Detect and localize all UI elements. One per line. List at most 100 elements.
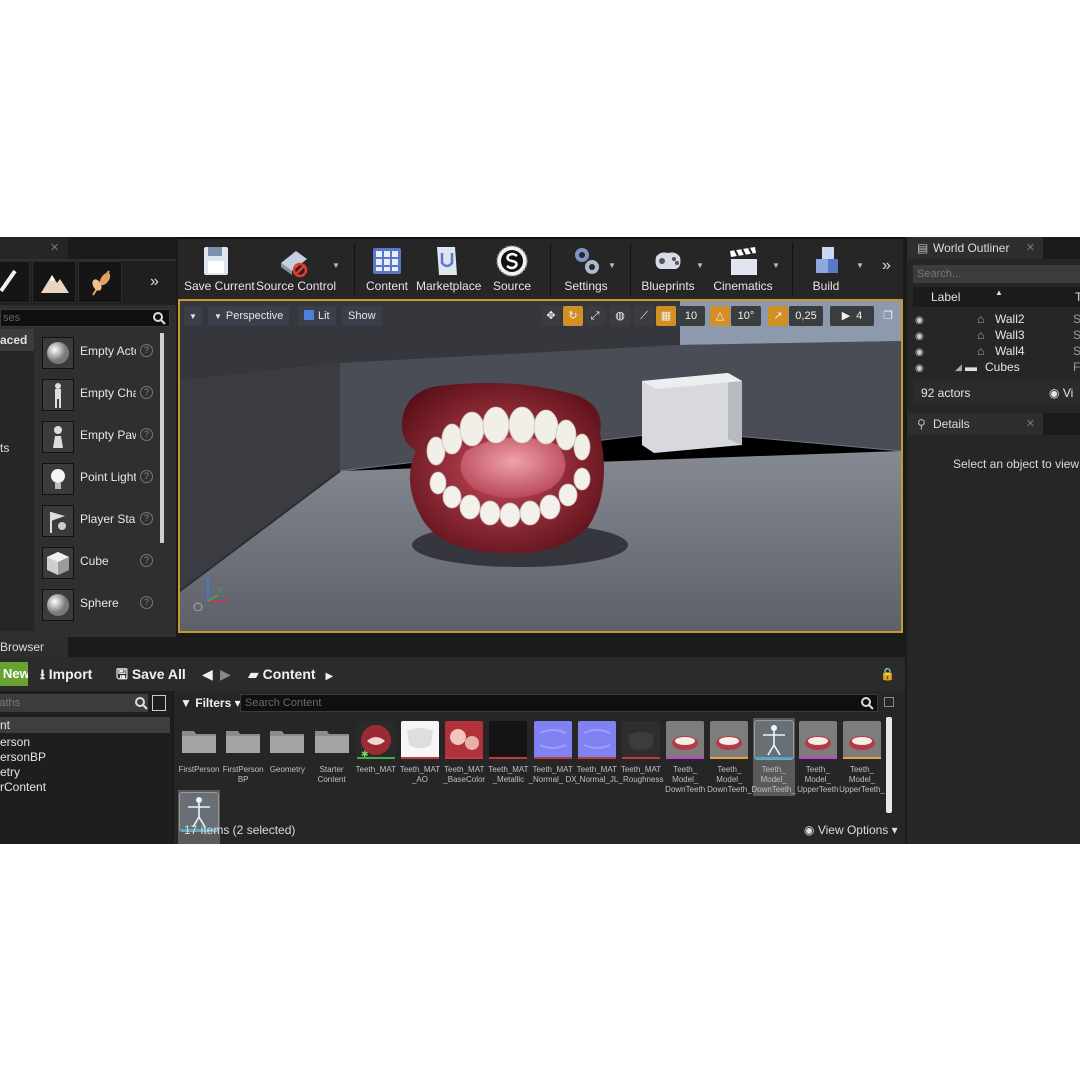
details-tab[interactable]: ⚲ Details ✕ — [907, 413, 1043, 435]
chevron-down-icon[interactable]: ▼ — [772, 261, 780, 270]
modes-tab[interactable]: ✕ — [0, 237, 68, 259]
view-options-button[interactable]: ◉ Vi — [1049, 381, 1073, 405]
rotation-snap-value[interactable]: 10° — [731, 306, 761, 326]
list-view-icon[interactable] — [152, 695, 166, 711]
marketplace-button[interactable]: Marketplace — [416, 243, 481, 297]
asset-tile[interactable]: Teeth_MAT _Normal_ DX — [529, 721, 577, 801]
mode-landscape-button[interactable] — [32, 261, 76, 303]
chevron-down-icon[interactable]: ▼ — [332, 261, 340, 270]
settings-button[interactable]: Settings — [560, 243, 612, 297]
translate-mode-button[interactable]: ✥ — [541, 306, 561, 326]
view-options-button[interactable]: ◉ View Options ▾ — [804, 823, 898, 837]
chevron-down-icon[interactable]: ▼ — [696, 261, 704, 270]
place-item-player-start[interactable]: Player Start ? — [36, 502, 158, 538]
content-search-input[interactable]: Search Content — [240, 694, 878, 712]
close-icon[interactable]: ✕ — [1026, 237, 1035, 259]
asset-tile[interactable]: Teeth_ Model_ UpperTeeth — [797, 721, 839, 801]
label-column-header[interactable]: Label — [931, 287, 960, 307]
mode-place-button[interactable] — [0, 261, 30, 303]
build-button[interactable]: Build — [802, 243, 850, 297]
folder-item[interactable]: nt — [0, 717, 170, 733]
place-scrollbar[interactable] — [160, 333, 164, 543]
grid-snap-value[interactable]: 10 — [677, 306, 705, 326]
camera-speed-button[interactable]: ▶ 4 — [830, 306, 874, 326]
save-search-icon[interactable] — [884, 697, 894, 707]
folder-item[interactable]: rContent — [0, 779, 170, 795]
chevron-down-icon[interactable]: ▼ — [856, 261, 864, 270]
grid-snap-toggle[interactable]: ▦ — [656, 306, 676, 326]
world-outliner-tab[interactable]: ▤ World Outliner ✕ — [907, 237, 1043, 259]
cinematics-button[interactable]: Cinematics — [712, 243, 774, 297]
perspective-button[interactable]: ▼ Perspective — [208, 306, 290, 326]
world-local-button[interactable]: ◍ — [610, 306, 630, 326]
rotation-snap-toggle[interactable]: △ — [710, 306, 730, 326]
close-icon[interactable]: ✕ — [1026, 413, 1035, 435]
eye-icon[interactable]: ◉ — [915, 361, 924, 377]
scale-snap-toggle[interactable]: ↗ — [768, 306, 788, 326]
maximize-viewport-button[interactable]: ❐ — [880, 306, 896, 326]
folder-tile[interactable]: FirstPerson BP — [222, 721, 264, 801]
close-icon[interactable]: ✕ — [50, 241, 59, 254]
add-new-button[interactable]: Add New ▾ — [0, 662, 28, 686]
outliner-row[interactable]: ◉ ⌂ Wall4 S — [913, 343, 1080, 359]
show-button[interactable]: Show — [342, 306, 382, 326]
scale-mode-button[interactable]: ⤢ — [585, 306, 605, 326]
asset-tile[interactable]: Teeth_ Model_ DownTeeth_ — [751, 718, 796, 801]
help-icon[interactable]: ? — [140, 428, 153, 441]
rotate-mode-button[interactable]: ↻ — [563, 306, 583, 326]
history-back-button[interactable]: ◀ — [202, 664, 213, 684]
path-breadcrumb[interactable]: ▰ Content ▶ — [248, 664, 333, 684]
folder-item[interactable]: etry — [0, 764, 170, 780]
blueprints-button[interactable]: Blueprints — [640, 243, 696, 297]
outliner-row[interactable]: ◉ ⌂ Wall3 S — [913, 327, 1080, 343]
asset-tile[interactable]: Teeth_ Model_ UpperTeeth_ — [839, 721, 885, 801]
asset-tile[interactable]: Teeth_MAT _Normal_JL — [575, 721, 618, 801]
help-icon[interactable]: ? — [140, 386, 153, 399]
scale-snap-value[interactable]: 0,25 — [789, 306, 823, 326]
help-icon[interactable]: ? — [140, 596, 153, 609]
type-column-header[interactable]: T — [1075, 287, 1080, 307]
view-mode-button[interactable]: Lit — [298, 306, 336, 326]
help-icon[interactable]: ? — [140, 554, 153, 567]
help-icon[interactable]: ? — [140, 470, 153, 483]
folder-item[interactable]: erson — [0, 734, 170, 750]
asset-tile[interactable]: Teeth_MAT _AO — [399, 721, 441, 801]
place-item-cube[interactable]: Cube ? — [36, 544, 158, 580]
outliner-row[interactable]: ◉ ◢ ▬ Cubes F — [913, 359, 1080, 375]
content-browser-tab[interactable]: Browser — [0, 637, 68, 657]
asset-tile[interactable]: ✱ Teeth_MAT — [355, 721, 397, 801]
asset-scrollbar[interactable] — [886, 717, 892, 813]
outliner-search-input[interactable]: Search... — [913, 265, 1080, 283]
sort-icon[interactable]: ▲ — [995, 283, 1003, 303]
asset-tile[interactable]: Teeth_MAT _Roughness — [619, 721, 663, 801]
more-modes-icon[interactable]: » — [150, 273, 159, 291]
paths-search-input[interactable]: Paths — [0, 694, 148, 712]
category-item[interactable]: aced — [0, 329, 34, 351]
lock-icon[interactable]: 🔒 — [880, 664, 895, 684]
help-icon[interactable]: ? — [140, 512, 153, 525]
save-current-button[interactable]: Save Current — [184, 243, 255, 297]
import-button[interactable]: ⭳ Import — [40, 664, 92, 684]
place-item-point-light[interactable]: Point Light ? — [36, 460, 158, 496]
place-item-sphere[interactable]: Sphere ? — [36, 586, 158, 622]
outliner-row[interactable]: ◉ ⌂ Wall2 S — [913, 311, 1080, 327]
asset-tile[interactable]: Teeth_ Model_ DownTeeth_ — [707, 721, 752, 801]
asset-tile[interactable]: Teeth_MAT _Metallic — [487, 721, 529, 801]
chevron-down-icon[interactable]: ▼ — [608, 261, 616, 270]
help-icon[interactable]: ? — [140, 344, 153, 357]
asset-tile[interactable]: Teeth_ Model_ DownTeeth — [664, 721, 706, 801]
category-item[interactable]: ts — [0, 437, 34, 459]
folder-item[interactable]: ersonBP — [0, 749, 170, 765]
source-control-button[interactable]: Source Control — [256, 243, 336, 297]
filters-button[interactable]: ▼ Filters ▾ — [180, 696, 241, 710]
place-item-empty-actor[interactable]: Empty Actor ? — [36, 334, 158, 370]
folder-tile[interactable]: FirstPerson — [178, 721, 220, 801]
viewport-options-button[interactable]: ▼ — [184, 306, 202, 326]
place-search-input[interactable]: ses — [0, 309, 170, 327]
level-viewport[interactable]: FIRST — [178, 299, 903, 633]
place-item-empty-pawn[interactable]: Empty Pawn ? — [36, 418, 158, 454]
surface-snap-button[interactable]: ⟋ — [634, 306, 654, 326]
source-button[interactable]: Source — [488, 243, 536, 297]
mode-foliage-button[interactable] — [78, 261, 122, 303]
save-all-button[interactable]: 🖫 Save All — [116, 664, 186, 684]
